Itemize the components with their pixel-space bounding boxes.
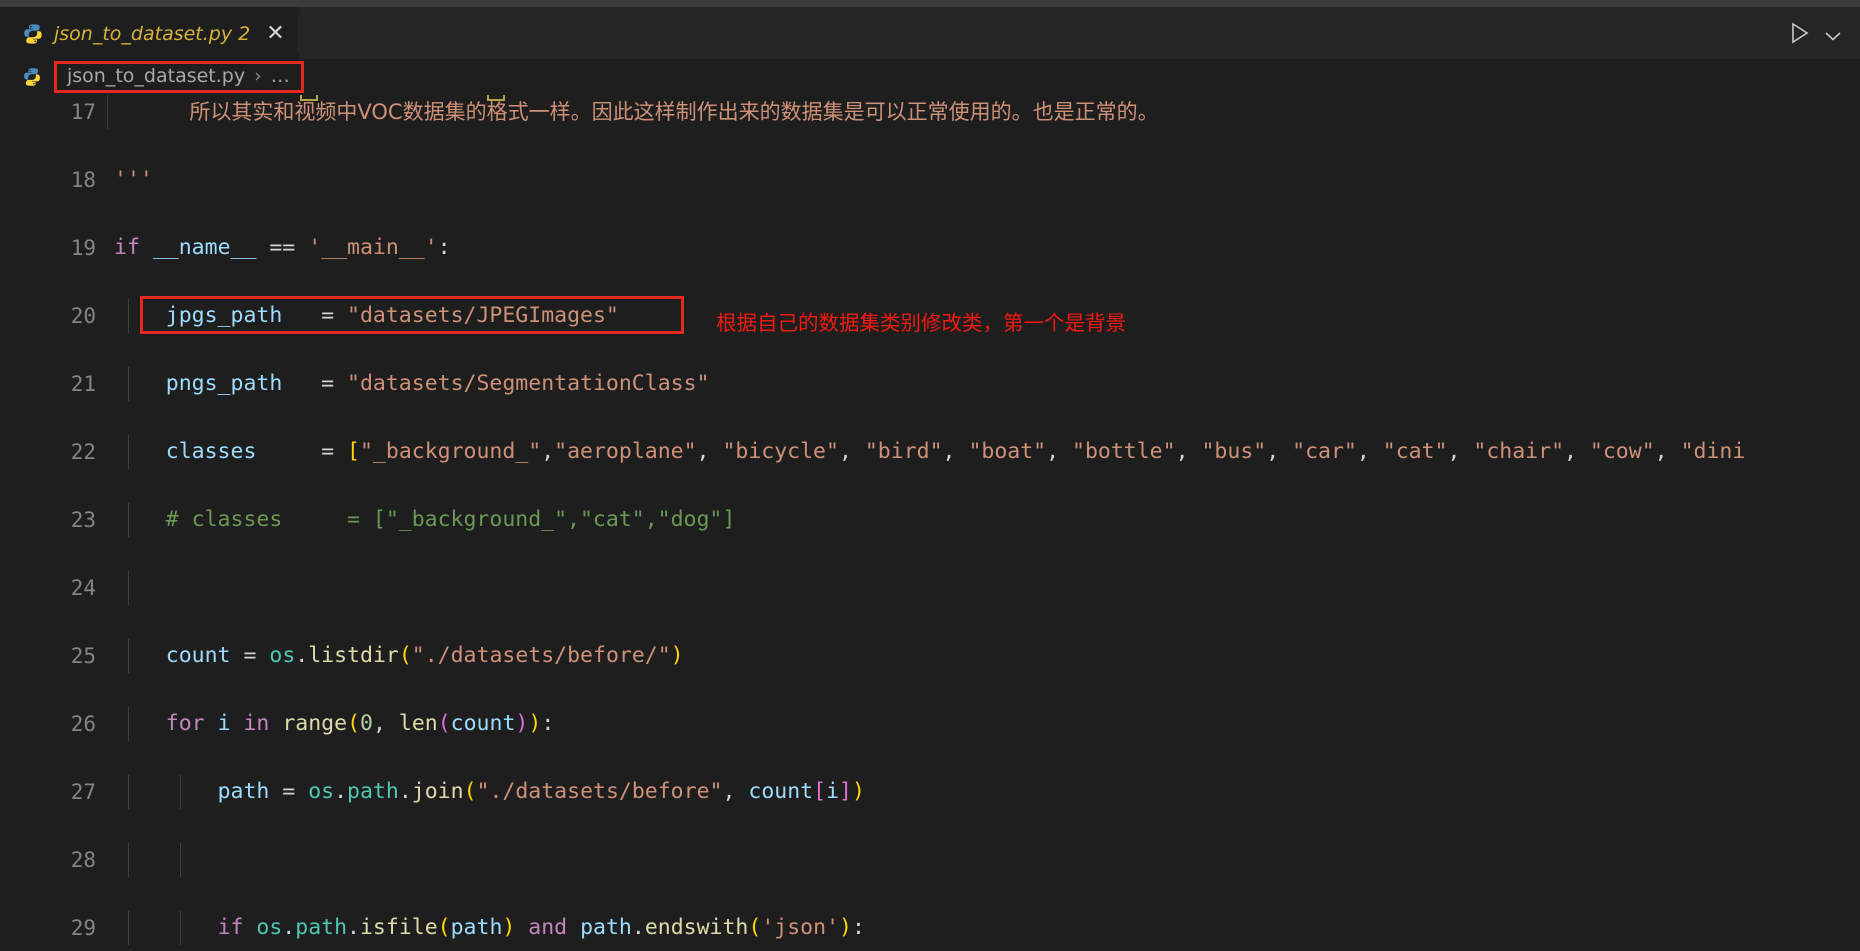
line-number: 25 <box>70 644 96 668</box>
window-titlebar-strip <box>0 0 1860 7</box>
code-line-25[interactable]: 25 count = os.listdir("./datasets/before… <box>0 639 1860 673</box>
code-line-29[interactable]: 29 if os.path.isfile(path) and path.ends… <box>0 911 1860 945</box>
editor-tab-bar: json_to_dataset.py 2 ✕ <box>0 7 1860 59</box>
line-number: 20 <box>70 304 96 328</box>
code-text: if __name__ == '__main__': <box>114 235 451 260</box>
indent-guide <box>180 843 181 877</box>
code-text: 所以其实和视频中VOC数据集的格式一样。因此这样制作出来的数据集是可以正常使用的… <box>136 100 1159 124</box>
line-number: 21 <box>70 372 96 396</box>
code-line-23[interactable]: 23 # classes = ["_background_","cat","do… <box>0 503 1860 537</box>
line-number: 24 <box>70 576 96 600</box>
python-file-icon <box>22 67 42 87</box>
line-number: 18 <box>70 168 96 192</box>
code-text: if os.path.isfile(path) and path.endswit… <box>217 915 865 940</box>
code-text: pngs_path = "datasets/SegmentationClass" <box>165 371 710 396</box>
line-number: 28 <box>70 848 96 872</box>
indent-guide <box>128 843 129 877</box>
chevron-down-icon[interactable] <box>1824 27 1842 41</box>
line-number: 29 <box>70 916 96 940</box>
code-text: ''' <box>114 167 153 192</box>
close-icon[interactable]: ✕ <box>266 22 284 45</box>
python-file-icon <box>22 23 44 45</box>
line-number: 27 <box>70 780 96 804</box>
line-number: 23 <box>70 508 96 532</box>
line-number: 17 <box>70 100 96 124</box>
code-text: classes = ["_background_","aeroplane", "… <box>165 439 1746 464</box>
line-number: 19 <box>70 236 96 260</box>
code-line-18[interactable]: 18 ''' <box>0 163 1860 197</box>
breadcrumb: json_to_dataset.py › … <box>0 59 1860 95</box>
line-number: 22 <box>70 440 96 464</box>
editor-actions <box>1790 7 1860 59</box>
code-line-19[interactable]: 19 if __name__ == '__main__': <box>0 231 1860 265</box>
tab-label: json_to_dataset.py 2 <box>54 22 251 45</box>
code-line-17[interactable]: 17 所以其实和视频中VOC数据集的格式一样。因此这样制作出来的数据集是可以正常… <box>0 95 1860 129</box>
line-number: 26 <box>70 712 96 736</box>
code-line-24[interactable]: 24 <box>0 571 1860 605</box>
code-line-27[interactable]: 27 path = os.path.join("./datasets/befor… <box>0 775 1860 809</box>
code-line-22[interactable]: 22 classes = ["_background_","aeroplane"… <box>0 435 1860 469</box>
code-text: for i in range(0, len(count)): <box>165 711 555 736</box>
breadcrumb-highlight-box: json_to_dataset.py › … <box>54 61 304 93</box>
breadcrumb-file[interactable]: json_to_dataset.py <box>67 65 245 87</box>
code-text: # classes = ["_background_","cat","dog"] <box>114 507 736 532</box>
code-editor[interactable]: 17 所以其实和视频中VOC数据集的格式一样。因此这样制作出来的数据集是可以正常… <box>0 95 1860 951</box>
breadcrumb-overflow[interactable]: … <box>271 65 291 87</box>
chevron-right-icon: › <box>254 65 262 87</box>
tab-bar-spacer <box>299 7 1790 59</box>
code-text: jpgs_path = "datasets/JPEGImages" <box>165 303 619 328</box>
code-text: path = os.path.join("./datasets/before",… <box>217 779 865 804</box>
indent-guide <box>128 571 129 605</box>
code-line-21[interactable]: 21 pngs_path = "datasets/SegmentationCla… <box>0 367 1860 401</box>
tab-json-to-dataset-py[interactable]: json_to_dataset.py 2 ✕ <box>0 7 299 59</box>
code-text: count = os.listdir("./datasets/before/") <box>165 643 684 668</box>
run-icon[interactable] <box>1790 22 1810 44</box>
code-line-28[interactable]: 28 <box>0 843 1860 877</box>
code-line-26[interactable]: 26 for i in range(0, len(count)): <box>0 707 1860 741</box>
indent-guide <box>107 95 108 129</box>
annotation-note: 根据自己的数据集类别修改类，第一个是背景 <box>716 311 1126 335</box>
